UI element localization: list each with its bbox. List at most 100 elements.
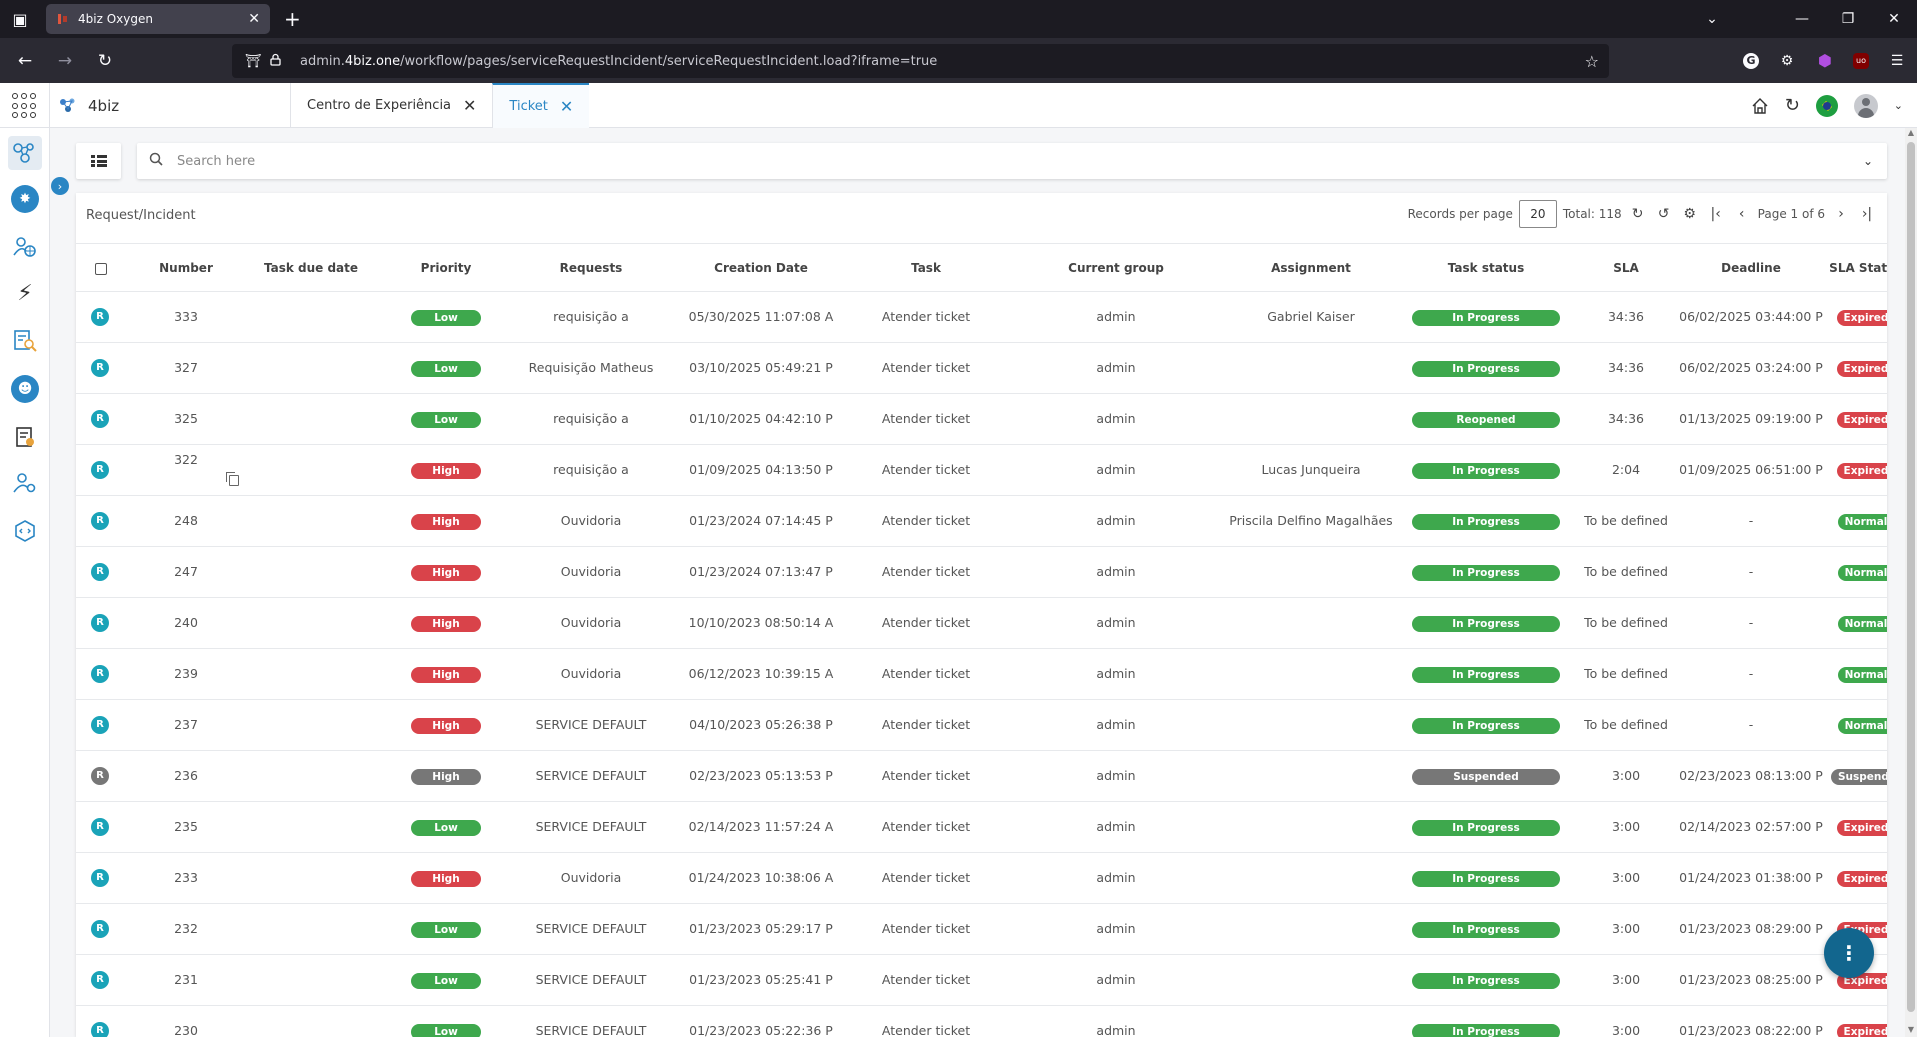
new-tab-button[interactable]: + <box>284 7 301 31</box>
grammarly-extension-icon[interactable]: G <box>1743 52 1759 69</box>
hexagon-extension-icon[interactable]: ⬢ <box>1815 51 1835 71</box>
column-header-sla[interactable]: SLA <box>1576 244 1676 293</box>
restore-button[interactable]: ❐ <box>1825 11 1871 27</box>
table-row[interactable]: R 240 High Ouvidoria 10/10/2023 08:50:14 A At… <box>76 598 1887 649</box>
table-row[interactable]: R 239 High Ouvidoria 06/12/2023 10:39:15 A At… <box>76 649 1887 700</box>
extensions-puzzle-icon[interactable]: ⚙ <box>1777 51 1797 71</box>
next-page-icon[interactable]: › <box>1831 206 1851 222</box>
table-row[interactable]: R 333 Low requisição a 05/30/2025 11:07:08 A… <box>76 292 1887 343</box>
previous-page-icon[interactable]: ‹ <box>1732 206 1752 222</box>
sla-status-badge: Expired <box>1836 1023 1887 1037</box>
column-header-task[interactable]: Task <box>846 244 1006 293</box>
table-row[interactable]: R 236 High SERVICE DEFAULT 02/23/2023 05:13:… <box>76 751 1887 802</box>
avatar[interactable] <box>1853 93 1878 118</box>
tab-list-icon[interactable]: ▣ <box>0 0 40 38</box>
sidebar-item-profile[interactable]: ☻ <box>8 372 42 406</box>
scroll-up-icon[interactable]: ▲ <box>1905 128 1917 140</box>
history-icon[interactable]: ↺ <box>1654 206 1674 222</box>
table-row[interactable]: R 235 Low SERVICE DEFAULT 02/14/2023 11:57:2… <box>76 802 1887 853</box>
table-row[interactable]: R 230 Low SERVICE DEFAULT 01/23/2023 05:22:3… <box>76 1006 1887 1037</box>
table-row[interactable]: R 232 Low SERVICE DEFAULT 01/23/2023 05:29:1… <box>76 904 1887 955</box>
select-all-checkbox[interactable] <box>95 263 107 275</box>
search-input[interactable] <box>177 153 1777 169</box>
shield-icon[interactable]: ⛩ <box>242 54 264 69</box>
column-header-requests[interactable]: Requests <box>506 244 676 293</box>
expand-sidebar-button[interactable]: › <box>51 177 69 195</box>
records-per-page-input[interactable]: 20 <box>1518 200 1557 228</box>
cell-creation-date: 02/23/2023 05:13:53 P <box>689 768 833 783</box>
table-row[interactable]: R 327 Low Requisição Matheus 03/10/2025 05:4… <box>76 343 1887 394</box>
tab-centro-de-experiencia[interactable]: Centro de Experiência ✕ <box>290 83 492 128</box>
sla-status-badge: Expired <box>1836 870 1887 887</box>
column-header-priority[interactable]: Priority <box>386 244 506 293</box>
apps-grid-icon[interactable] <box>12 93 38 119</box>
task-status-badge: In Progress <box>1412 513 1560 530</box>
cell-number: 322 <box>174 452 198 467</box>
close-tab-icon[interactable]: ✕ <box>248 11 260 27</box>
menu-hamburger-icon[interactable]: ☰ <box>1887 51 1907 71</box>
back-button[interactable]: ← <box>10 51 40 71</box>
tab-dropdown-icon[interactable]: ⌄ <box>1697 11 1727 27</box>
column-header-number[interactable]: Number <box>136 244 236 293</box>
cell-assignment <box>1226 394 1396 444</box>
table-row[interactable]: R 247 High Ouvidoria 01/23/2024 07:13:47 P At… <box>76 547 1887 598</box>
cell-sla-status: Expired <box>1826 343 1887 393</box>
column-header-current-group[interactable]: Current group <box>1006 244 1226 293</box>
column-header-assignment[interactable]: Assignment <box>1226 244 1396 293</box>
sidebar-item-global-users[interactable] <box>8 230 42 264</box>
search-dropdown-icon[interactable]: ⌄ <box>1863 154 1873 168</box>
scroll-thumb[interactable] <box>1907 142 1915 1012</box>
more-actions-button[interactable]: ⋮ <box>1824 928 1874 978</box>
sidebar-item-developer[interactable] <box>8 514 42 548</box>
list-view-button[interactable] <box>76 143 121 179</box>
sidebar-item-user-settings[interactable] <box>8 466 42 500</box>
table-row[interactable]: R 322 High requisição a 01/09/2025 04:13:50 … <box>76 445 1887 496</box>
column-header-deadline[interactable]: Deadline <box>1676 244 1826 293</box>
column-header-task-due-date[interactable]: Task due date <box>236 244 386 293</box>
settings-gear-icon[interactable]: ⚙ <box>1680 206 1700 222</box>
refresh-icon[interactable]: ↻ <box>1785 95 1800 116</box>
sidebar-item-reports[interactable] <box>8 324 42 358</box>
sidebar-item-automation[interactable]: ⚡︎ <box>8 276 42 310</box>
url-text: admin.4biz.one/workflow/pages/serviceReq… <box>300 53 938 69</box>
first-page-icon[interactable]: |‹ <box>1706 206 1726 222</box>
column-header-task-status[interactable]: Task status <box>1396 244 1576 293</box>
table-row[interactable]: R 231 Low SERVICE DEFAULT 01/23/2023 05:25:4… <box>76 955 1887 1006</box>
forward-button[interactable]: → <box>50 51 80 71</box>
tab-ticket[interactable]: Ticket ✕ <box>492 83 590 128</box>
sidebar-item-network[interactable] <box>8 136 42 170</box>
table-row[interactable]: R 237 High SERVICE DEFAULT 04/10/2023 05:26:… <box>76 700 1887 751</box>
ublock-extension-icon[interactable]: uo <box>1853 52 1869 69</box>
brazil-flag-icon[interactable] <box>1815 94 1838 117</box>
refresh-list-icon[interactable]: ↻ <box>1628 206 1648 222</box>
close-tab-icon[interactable]: ✕ <box>463 96 476 115</box>
scrollbar[interactable]: ▲ ▼ <box>1905 128 1917 1037</box>
scroll-down-icon[interactable]: ▼ <box>1905 1025 1917 1037</box>
table-row[interactable]: R 325 Low requisição a 01/10/2025 04:42:10 P… <box>76 394 1887 445</box>
chevron-down-icon[interactable]: ⌄ <box>1894 99 1903 112</box>
sidebar-item-hub[interactable]: ✸ <box>8 182 42 216</box>
column-header-creation-date[interactable]: Creation Date <box>676 244 846 293</box>
cell-assignment <box>1226 751 1396 801</box>
close-window-button[interactable]: ✕ <box>1871 11 1917 27</box>
url-bar[interactable]: ⛩ admin.4biz.one/workflow/pages/serviceR… <box>232 44 1609 78</box>
bookmark-star-icon[interactable]: ☆ <box>1585 52 1599 71</box>
brand[interactable]: 4biz <box>58 83 119 128</box>
table-row[interactable]: R 233 High Ouvidoria 01/24/2023 10:38:06 A At… <box>76 853 1887 904</box>
sidebar-item-contracts[interactable] <box>8 420 42 454</box>
last-page-icon[interactable]: ›| <box>1857 206 1877 222</box>
task-status-badge: In Progress <box>1412 360 1560 377</box>
lock-icon[interactable] <box>264 53 286 70</box>
close-tab-icon[interactable]: ✕ <box>560 97 573 116</box>
home-icon[interactable] <box>1751 97 1769 115</box>
reload-button[interactable]: ↻ <box>90 51 120 71</box>
column-header-sla-status[interactable]: SLA Status <box>1826 244 1887 293</box>
copy-icon[interactable] <box>226 472 239 486</box>
sla-status-badge: Normal <box>1837 615 1887 632</box>
table-row[interactable]: R 248 High Ouvidoria 01/23/2024 07:14:45 P At… <box>76 496 1887 547</box>
browser-tab[interactable]: 4biz Oxygen ✕ <box>46 4 270 34</box>
task-status-badge: In Progress <box>1412 1023 1560 1037</box>
minimize-button[interactable]: — <box>1779 11 1825 27</box>
app-header: 4biz Centro de Experiência ✕ Ticket ✕ ↻ … <box>0 83 1917 128</box>
cell-task-due-date <box>236 292 386 342</box>
